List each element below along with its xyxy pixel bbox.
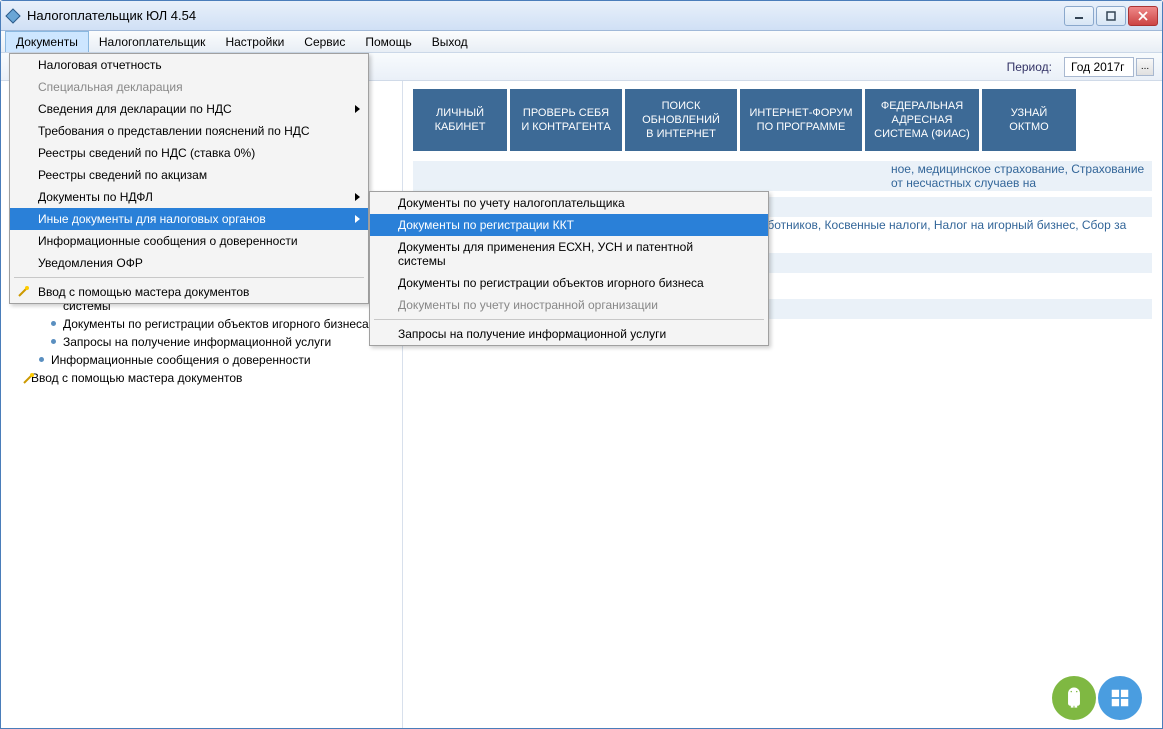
tree-item[interactable]: Информационные сообщения о доверенности [3, 351, 400, 369]
menu-service[interactable]: Сервис [294, 31, 355, 52]
app-icon [5, 8, 21, 24]
submenu-item[interactable]: Документы по регистрации ККТ [370, 214, 768, 236]
menu-item[interactable]: Иные документы для налоговых органов [10, 208, 368, 230]
tile[interactable]: ФЕДЕРАЛЬНАЯАДРЕСНАЯСИСТЕМА (ФИАС) [865, 89, 979, 151]
menu-item[interactable]: Требования о представлении пояснений по … [10, 120, 368, 142]
minimize-button[interactable] [1064, 6, 1094, 26]
close-button[interactable] [1128, 6, 1158, 26]
android-icon[interactable] [1052, 676, 1096, 720]
tile[interactable]: ИНТЕРНЕТ-ФОРУМПО ПРОГРАММЕ [740, 89, 862, 151]
window-controls [1064, 6, 1158, 26]
tile[interactable]: ЛИЧНЫЙКАБИНЕТ [413, 89, 507, 151]
submenu-item: Документы по учету иностранной организац… [370, 294, 768, 316]
tree-item[interactable]: Запросы на получение информационной услу… [3, 333, 400, 351]
menu-item[interactable]: Уведомления ОФР [10, 252, 368, 274]
menu-documents[interactable]: Документы [5, 31, 89, 52]
app-window: Налогоплательщик ЮЛ 4.54 Документы Налог… [0, 0, 1163, 729]
menu-item[interactable]: Реестры сведений по НДС (ставка 0%) [10, 142, 368, 164]
submenu-item[interactable]: Документы по регистрации объектов игорно… [370, 272, 768, 294]
menu-exit[interactable]: Выход [422, 31, 478, 52]
bullet-icon [39, 357, 44, 362]
bullet-icon [51, 339, 56, 344]
documents-dropdown: Налоговая отчетностьСпециальная декларац… [9, 53, 369, 304]
titlebar: Налогоплательщик ЮЛ 4.54 [1, 1, 1162, 31]
menu-item[interactable]: Ввод с помощью мастера документов [10, 281, 368, 303]
period-label: Период: [1007, 60, 1052, 74]
menu-taxpayer[interactable]: Налогоплательщик [89, 31, 216, 52]
menu-item[interactable]: Информационные сообщения о доверенности [10, 230, 368, 252]
tile[interactable]: ПРОВЕРЬ СЕБЯИ КОНТРАГЕНТА [510, 89, 622, 151]
menubar: Документы Налогоплательщик Настройки Сер… [1, 31, 1162, 53]
maximize-button[interactable] [1096, 6, 1126, 26]
windows-icon[interactable] [1098, 676, 1142, 720]
submenu-item[interactable]: Документы для применения ЕСХН, УСН и пат… [370, 236, 768, 272]
other-docs-submenu: Документы по учету налогоплательщикаДоку… [369, 191, 769, 346]
menu-item[interactable]: Документы по НДФЛ [10, 186, 368, 208]
submenu-item[interactable]: Запросы на получение информационной услу… [370, 323, 768, 345]
submenu-item[interactable]: Документы по учету налогоплательщика [370, 192, 768, 214]
period-value[interactable]: Год 2017г [1064, 57, 1134, 77]
menu-item[interactable]: Реестры сведений по акцизам [10, 164, 368, 186]
main-area: ЛИЧНЫЙКАБИНЕТПРОВЕРЬ СЕБЯИ КОНТРАГЕНТАПО… [403, 81, 1162, 728]
menu-item[interactable]: Сведения для декларации по НДС [10, 98, 368, 120]
tree-item[interactable]: Ввод с помощью мастера документов [3, 369, 400, 387]
tiles-bar: ЛИЧНЫЙКАБИНЕТПРОВЕРЬ СЕБЯИ КОНТРАГЕНТАПО… [403, 81, 1162, 155]
tree-item[interactable]: Документы по регистрации объектов игорно… [3, 315, 400, 333]
menu-settings[interactable]: Настройки [215, 31, 294, 52]
menu-item: Специальная декларация [10, 76, 368, 98]
bullet-icon [51, 321, 56, 326]
footer-icons [1052, 676, 1142, 720]
menu-item[interactable]: Налоговая отчетность [10, 54, 368, 76]
wand-icon [16, 285, 30, 302]
calendar-row[interactable]: ное, медицинское страхование, Страховани… [413, 161, 1152, 191]
window-title: Налогоплательщик ЮЛ 4.54 [27, 8, 1064, 23]
wand-icon [21, 372, 35, 389]
tile[interactable]: УЗНАЙОКТМО [982, 89, 1076, 151]
tile[interactable]: ПОИСКОБНОВЛЕНИЙВ ИНТЕРНЕТ [625, 89, 737, 151]
period-picker-button[interactable]: ... [1136, 58, 1154, 76]
menu-help[interactable]: Помощь [355, 31, 421, 52]
